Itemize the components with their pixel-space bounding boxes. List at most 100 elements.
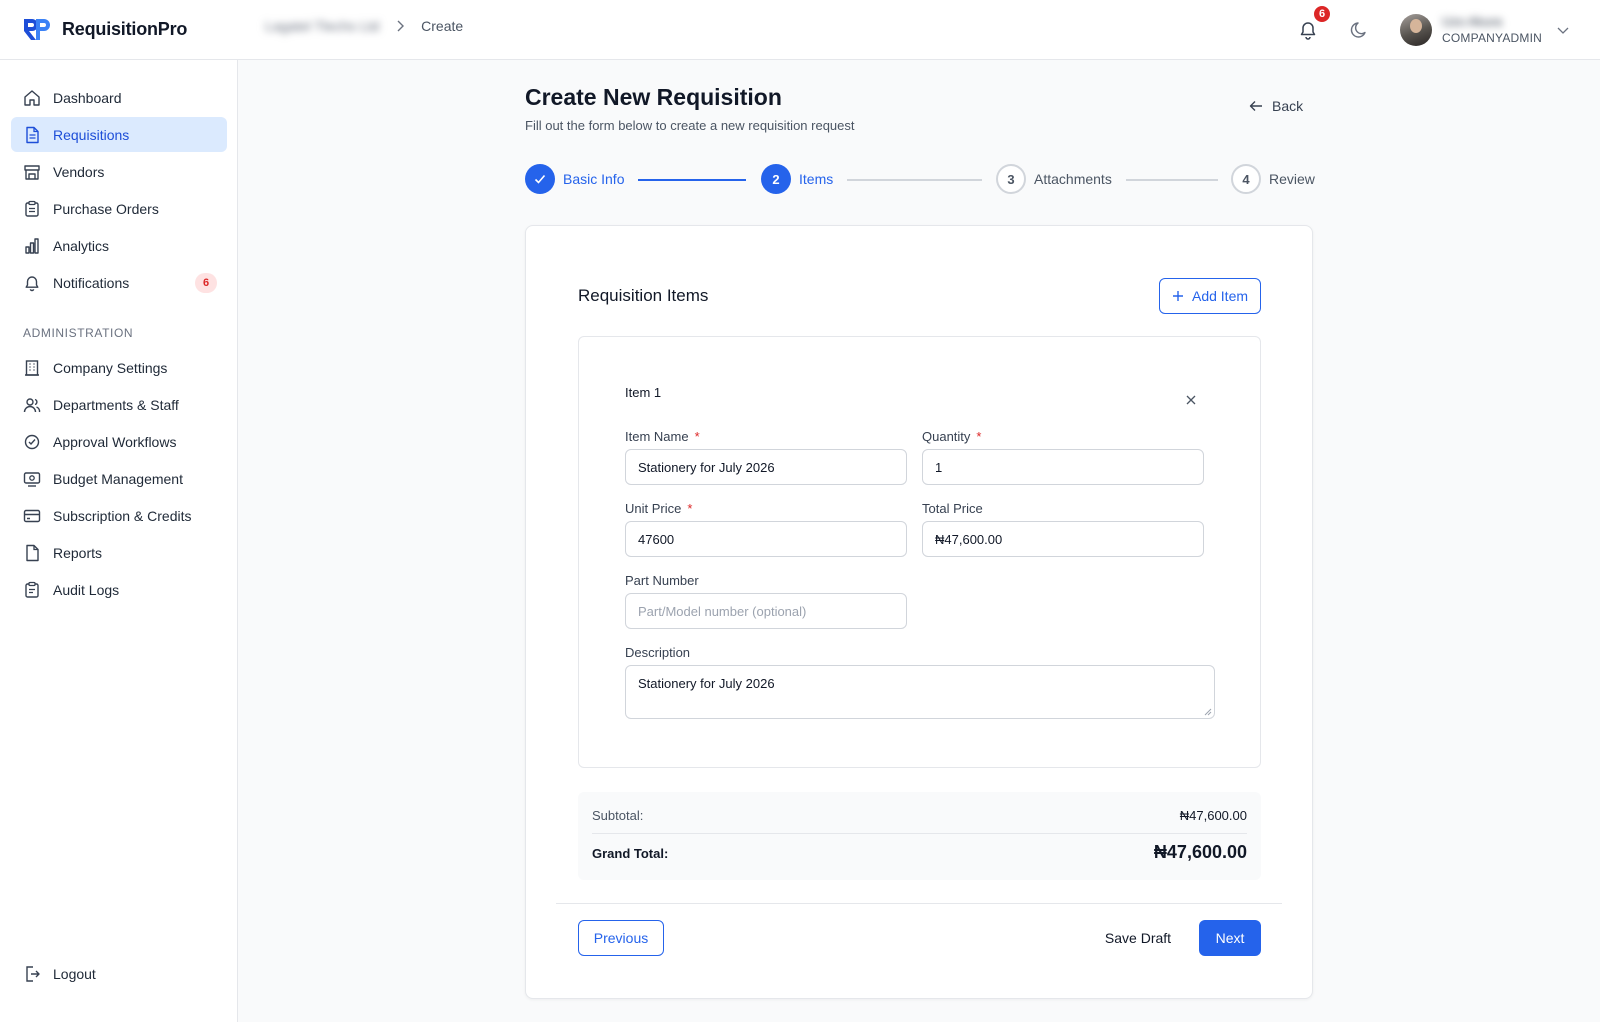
item-title: Item 1 — [625, 385, 662, 400]
app-name: RequisitionPro — [62, 18, 188, 39]
sidebar-item-reports[interactable]: Reports — [11, 535, 227, 570]
sidebar-item-label: Reports — [53, 544, 103, 561]
step-number: 2 — [761, 164, 791, 194]
logout-label: Logout — [53, 965, 96, 982]
logo-icon — [24, 19, 50, 40]
sidebar-item-departments-staff[interactable]: Departments & Staff — [11, 387, 227, 422]
sidebar-item-label: Notifications — [53, 274, 130, 291]
sidebar-item-audit-logs[interactable]: Audit Logs — [11, 572, 227, 607]
step-label: Basic Info — [563, 171, 625, 187]
sidebar-item-vendors[interactable]: Vendors — [11, 154, 227, 189]
header-actions: 6 Uzo Akura COMPANYADMIN — [1288, 4, 1570, 50]
stepper: Basic Info 2 Items 3 Attachments 4 Revie… — [525, 164, 1315, 196]
app-logo[interactable]: RequisitionPro — [22, 16, 187, 42]
chevron-down-icon[interactable] — [1556, 23, 1570, 37]
card-title: Requisition Items — [578, 286, 709, 305]
step-connector — [847, 179, 982, 181]
next-button[interactable]: Next — [1199, 920, 1261, 956]
bar-chart-icon — [25, 237, 39, 254]
page-subtitle: Fill out the form below to create a new … — [525, 118, 855, 133]
theme-toggle-button[interactable] — [1340, 10, 1380, 50]
user-name: Uzo Akura — [1442, 14, 1503, 29]
breadcrumb-company[interactable]: Lagatel Tlechs Ltd — [265, 18, 379, 34]
bell-icon — [1300, 22, 1316, 40]
total-price-field[interactable]: ₦47,600.00 — [922, 521, 1204, 557]
logout-section: Logout — [11, 956, 227, 993]
plus-icon — [1172, 291, 1183, 301]
user-info[interactable]: Uzo Akura COMPANYADMIN — [1442, 14, 1542, 46]
resize-handle-icon[interactable] — [1204, 708, 1212, 716]
sidebar-item-label: Requisitions — [53, 126, 130, 143]
save-draft-button[interactable]: Save Draft — [1094, 920, 1182, 956]
sidebar-item-notifications[interactable]: Notifications 6 — [11, 265, 227, 300]
sidebar-item-label: Dashboard — [53, 89, 122, 106]
step-connector — [638, 179, 746, 181]
step-attachments[interactable]: 3 Attachments — [996, 164, 1112, 194]
step-connector — [1126, 179, 1218, 181]
description-textarea[interactable]: Stationery for July 2026 — [625, 665, 1215, 719]
step-items[interactable]: 2 Items — [761, 164, 833, 194]
user-role: COMPANYADMIN — [1442, 31, 1542, 45]
step-label: Review — [1269, 171, 1315, 187]
sidebar-section-administration: ADMINISTRATION — [23, 326, 134, 340]
sidebar-item-label: Audit Logs — [53, 581, 120, 598]
previous-button[interactable]: Previous — [578, 920, 664, 956]
label-text: Unit Price — [625, 501, 682, 516]
item-name-label: Item Name * — [625, 429, 700, 444]
sidebar-item-approval-workflows[interactable]: Approval Workflows — [11, 424, 227, 459]
quantity-input[interactable]: 1 — [922, 449, 1204, 485]
sidebar-item-purchase-orders[interactable]: Purchase Orders — [11, 191, 227, 226]
label-text: Item Name — [625, 429, 689, 444]
step-number: 3 — [996, 164, 1026, 194]
chevron-right-icon — [397, 20, 405, 32]
requisition-items-card: Requisition Items Add Item Item 1 Item N… — [525, 225, 1313, 999]
notification-count-badge: 6 — [195, 272, 217, 293]
step-basic-info[interactable]: Basic Info — [525, 164, 624, 194]
sidebar-item-requisitions[interactable]: Requisitions — [11, 117, 227, 152]
sidebar-item-company-settings[interactable]: Company Settings — [11, 350, 227, 385]
logout-button[interactable]: Logout — [11, 956, 227, 991]
grand-total-value: ₦47,600.00 — [1153, 842, 1247, 862]
notification-count-badge: 6 — [1312, 4, 1333, 24]
page-title: Create New Requisition — [525, 84, 782, 110]
users-icon — [23, 397, 41, 412]
part-number-input[interactable]: Part/Model number (optional) — [625, 593, 907, 629]
item-card: Item 1 Item Name * Stationery for July 20… — [578, 336, 1261, 768]
total-price-label: Total Price — [922, 501, 983, 516]
notifications-button[interactable]: 6 — [1288, 4, 1333, 50]
sidebar-item-label: Subscription & Credits — [53, 507, 192, 524]
logout-icon — [26, 965, 40, 982]
step-check-circle — [525, 164, 555, 194]
breadcrumb-current: Create — [421, 18, 464, 34]
sidebar-item-subscription-credits[interactable]: Subscription & Credits — [11, 498, 227, 533]
sidebar-item-dashboard[interactable]: Dashboard — [11, 80, 227, 115]
bell-icon — [25, 275, 39, 291]
sidebar-item-label: Purchase Orders — [53, 200, 159, 217]
quantity-label: Quantity * — [922, 429, 982, 444]
step-label: Items — [799, 171, 834, 187]
back-button[interactable]: Back — [1248, 98, 1303, 114]
breadcrumb: Lagatel Tlechs Ltd Create — [265, 18, 463, 34]
sidebar-item-label: Departments & Staff — [53, 396, 179, 413]
document-icon — [26, 126, 39, 143]
card-divider — [556, 903, 1282, 904]
item-name-input[interactable]: Stationery for July 2026 — [625, 449, 907, 485]
workflow-icon — [24, 434, 40, 449]
sidebar-item-analytics[interactable]: Analytics — [11, 228, 227, 263]
sidebar-item-label: Budget Management — [53, 470, 183, 487]
sidebar-item-label: Analytics — [53, 237, 110, 254]
add-item-button[interactable]: Add Item — [1159, 278, 1261, 314]
close-icon[interactable] — [1184, 393, 1198, 407]
totals-divider — [592, 833, 1247, 834]
add-item-label: Add Item — [1191, 288, 1249, 304]
step-review[interactable]: 4 Review — [1231, 164, 1315, 194]
sidebar-item-budget-management[interactable]: Budget Management — [11, 461, 227, 496]
subtotal-value: ₦47,600.00 — [1179, 808, 1247, 823]
back-label: Back — [1272, 98, 1304, 114]
top-header: RequisitionPro Lagatel Tlechs Ltd Create… — [0, 0, 1600, 60]
arrow-left-icon — [1249, 101, 1262, 111]
avatar[interactable] — [1400, 14, 1433, 46]
sidebar-item-label: Company Settings — [53, 359, 168, 376]
store-icon — [24, 164, 40, 180]
unit-price-input[interactable]: 47600 — [625, 521, 907, 557]
